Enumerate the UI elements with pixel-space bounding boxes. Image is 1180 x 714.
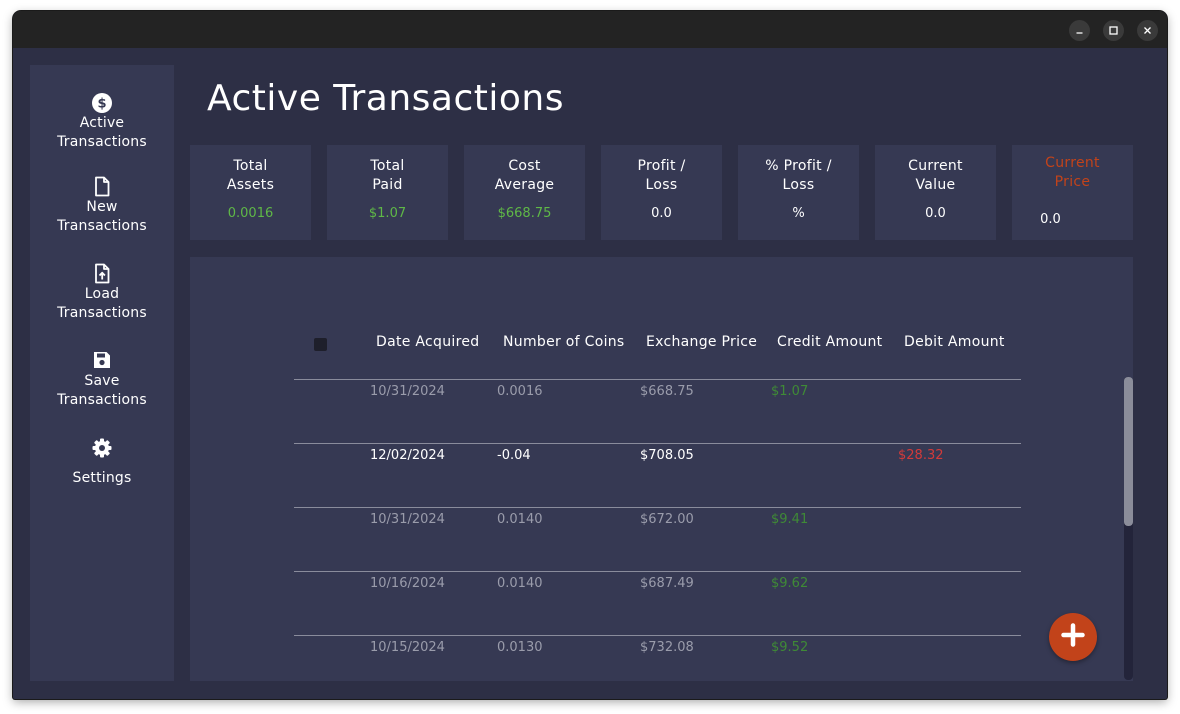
cell-coins: 0.0130 xyxy=(497,640,543,655)
card-value: 0.0 xyxy=(651,206,672,221)
add-transaction-button[interactable] xyxy=(1049,613,1097,661)
sidebar-item-settings[interactable]: Settings xyxy=(30,437,174,488)
card-title: Cost Average xyxy=(494,158,555,193)
select-all-checkbox[interactable] xyxy=(314,338,327,351)
sidebar-item-load-transactions[interactable]: Load Transactions xyxy=(30,263,174,323)
row-divider xyxy=(294,571,1021,572)
card-title: Total Assets xyxy=(226,158,275,193)
cell-debit: $28.32 xyxy=(898,448,944,463)
close-button[interactable] xyxy=(1137,20,1158,41)
sidebar-item-label: Settings xyxy=(72,470,132,486)
cell-date: 12/02/2024 xyxy=(370,448,445,463)
dollar-circle-icon: $ xyxy=(30,92,174,114)
file-icon xyxy=(30,176,174,198)
app-window: $ Active Transactions New Transactions L… xyxy=(13,11,1167,699)
summary-card-current-price: Current Price 0.0 xyxy=(1012,145,1133,240)
transactions-table: Date Acquired Number of Coins Exchange P… xyxy=(190,257,1133,681)
sidebar-item-label: New Transactions xyxy=(57,199,147,234)
cell-price: $668.75 xyxy=(640,384,694,399)
row-divider xyxy=(294,635,1021,636)
maximize-icon xyxy=(1109,26,1118,35)
summary-card-current-value: Current Value 0.0 xyxy=(875,145,996,240)
summary-card-total-assets: Total Assets 0.0016 xyxy=(190,145,311,240)
plus-icon xyxy=(1060,622,1086,652)
minimize-icon xyxy=(1075,26,1084,35)
card-value: 0.0016 xyxy=(227,206,274,221)
sidebar-item-save-transactions[interactable]: Save Transactions xyxy=(30,350,174,410)
column-header-debit-amount[interactable]: Debit Amount xyxy=(904,334,1005,350)
summary-card-total-paid: Total Paid $1.07 xyxy=(327,145,448,240)
cell-credit: $9.62 xyxy=(771,576,809,591)
maximize-button[interactable] xyxy=(1103,20,1124,41)
sidebar-item-new-transactions[interactable]: New Transactions xyxy=(30,176,174,236)
card-title: % Profit / Loss xyxy=(765,158,832,193)
cell-credit: $1.07 xyxy=(771,384,809,399)
card-value: $668.75 xyxy=(497,206,552,221)
cell-coins: 0.0016 xyxy=(497,384,543,399)
summary-card-percent-profit-loss: % Profit / Loss % xyxy=(738,145,859,240)
column-header-credit-amount[interactable]: Credit Amount xyxy=(777,334,882,350)
card-title: Total Paid xyxy=(370,158,405,193)
table-scrollbar-thumb[interactable] xyxy=(1124,377,1133,526)
sidebar: $ Active Transactions New Transactions L… xyxy=(30,65,174,681)
cell-price: $732.08 xyxy=(640,640,694,655)
save-icon xyxy=(30,350,174,372)
cell-date: 10/15/2024 xyxy=(370,640,445,655)
cell-coins: -0.04 xyxy=(497,448,531,463)
row-divider xyxy=(294,507,1021,508)
title-bar xyxy=(13,11,1167,48)
row-divider xyxy=(294,379,1021,380)
svg-text:$: $ xyxy=(97,97,106,112)
cell-credit: $9.52 xyxy=(771,640,809,655)
card-title: Current Value xyxy=(908,158,963,193)
cell-price: $687.49 xyxy=(640,576,694,591)
cell-date: 10/16/2024 xyxy=(370,576,445,591)
cell-date: 10/31/2024 xyxy=(370,384,445,399)
sidebar-item-label: Active Transactions xyxy=(57,115,147,150)
card-value: $1.07 xyxy=(368,206,407,221)
minimize-button[interactable] xyxy=(1069,20,1090,41)
sidebar-item-label: Load Transactions xyxy=(57,286,147,321)
page-title: Active Transactions xyxy=(207,78,565,119)
column-header-date-acquired[interactable]: Date Acquired xyxy=(376,334,479,350)
cell-credit: $9.41 xyxy=(771,512,809,527)
close-icon xyxy=(1143,26,1152,35)
card-value: 0.0 xyxy=(1040,212,1061,227)
row-divider xyxy=(294,443,1021,444)
cell-coins: 0.0140 xyxy=(497,576,543,591)
cell-coins: 0.0140 xyxy=(497,512,543,527)
cell-price: $708.05 xyxy=(640,448,694,463)
gear-icon xyxy=(30,437,174,459)
card-title: Current Price xyxy=(1045,155,1100,190)
file-upload-icon xyxy=(30,263,174,285)
column-header-exchange-price[interactable]: Exchange Price xyxy=(646,334,757,350)
sidebar-item-active-transactions[interactable]: $ Active Transactions xyxy=(30,92,174,152)
sidebar-item-label: Save Transactions xyxy=(57,373,147,408)
card-value: % xyxy=(792,206,805,221)
card-title: Profit / Loss xyxy=(637,158,686,193)
summary-card-profit-loss: Profit / Loss 0.0 xyxy=(601,145,722,240)
summary-card-cost-average: Cost Average $668.75 xyxy=(464,145,585,240)
column-header-number-of-coins[interactable]: Number of Coins xyxy=(503,334,625,350)
card-value: 0.0 xyxy=(925,206,946,221)
cell-date: 10/31/2024 xyxy=(370,512,445,527)
cell-price: $672.00 xyxy=(640,512,694,527)
